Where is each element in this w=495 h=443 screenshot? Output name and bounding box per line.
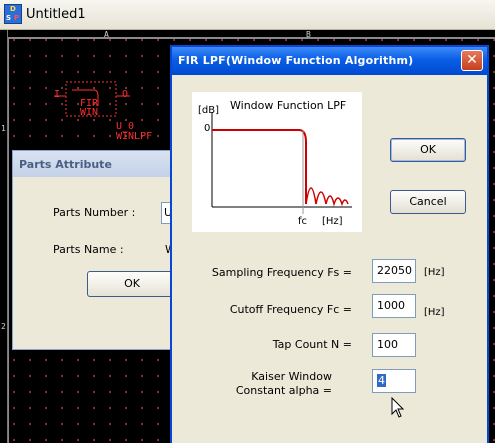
cancel-button[interactable]: Cancel <box>390 190 466 214</box>
part-name: WINLPF <box>116 131 153 142</box>
lpf-illustration: Window Function LPF [dB] 0 fc [Hz] <box>192 92 362 232</box>
app-titlebar[interactable]: D S P Untitled1 <box>0 0 495 30</box>
sampling-frequency-unit: [Hz] <box>424 267 445 278</box>
kaiser-alpha-input[interactable]: 4 <box>372 369 416 393</box>
app-logo-letter-s: S <box>6 14 12 22</box>
kaiser-label-line1: Kaiser Window <box>251 370 332 383</box>
app-logo-letter-p: P <box>14 14 20 22</box>
cutoff-frequency-unit: [Hz] <box>424 307 445 318</box>
sampling-frequency-label: Sampling Frequency Fs = <box>211 266 352 279</box>
mouse-pointer-icon <box>391 397 405 418</box>
lpf-x-unit: [Hz] <box>322 216 343 227</box>
lpf-x-fc: fc <box>298 216 308 227</box>
fir-dialog-titlebar[interactable]: FIR LPF(Window Function Algorithm) ✕ <box>172 47 487 75</box>
parts-dialog-title: Parts Attribute <box>19 158 112 171</box>
lpf-graph-title: Window Function LPF <box>230 99 347 112</box>
ruler-row-1: 1 <box>1 124 6 133</box>
parts-name-label: Parts Name : <box>53 243 124 256</box>
ruler-left <box>0 30 8 443</box>
kaiser-alpha-selected-text: 4 <box>377 374 386 387</box>
part-pin-in: I <box>54 89 61 100</box>
kaiser-label-line2: Constant alpha = <box>235 384 332 397</box>
tap-count-label: Tap Count N = <box>272 338 352 351</box>
sampling-frequency-input[interactable]: 22050 <box>372 259 416 283</box>
close-icon[interactable]: ✕ <box>461 50 483 71</box>
lpf-y-unit: [dB] <box>198 105 220 116</box>
fir-lpf-dialog[interactable]: FIR LPF(Window Function Algorithm) ✕ Win… <box>170 45 489 443</box>
ruler-row-2: 2 <box>1 322 6 331</box>
part-pin-out: O <box>122 89 129 100</box>
app-title: Untitled1 <box>26 7 86 22</box>
lpf-y-zero: 0 <box>204 123 211 134</box>
app-logo-icon[interactable]: D S P <box>4 4 22 24</box>
ruler-top-line <box>8 37 495 38</box>
ok-button[interactable]: OK <box>390 138 466 162</box>
fir-part-symbol[interactable]: I O FIR WIN U_0 WINLPF <box>50 80 152 150</box>
fir-dialog-title: FIR LPF(Window Function Algorithm) <box>178 54 414 67</box>
cutoff-frequency-label: Cutoff Frequency Fc = <box>229 303 352 316</box>
app-logo-letter-d: D <box>10 5 16 13</box>
parts-number-label: Parts Number : <box>53 206 136 219</box>
cutoff-frequency-input[interactable]: 1000 <box>372 294 416 318</box>
tap-count-input[interactable]: 100 <box>372 333 416 357</box>
part-label-win: WIN <box>80 107 99 118</box>
parts-ok-button[interactable]: OK <box>87 271 177 297</box>
